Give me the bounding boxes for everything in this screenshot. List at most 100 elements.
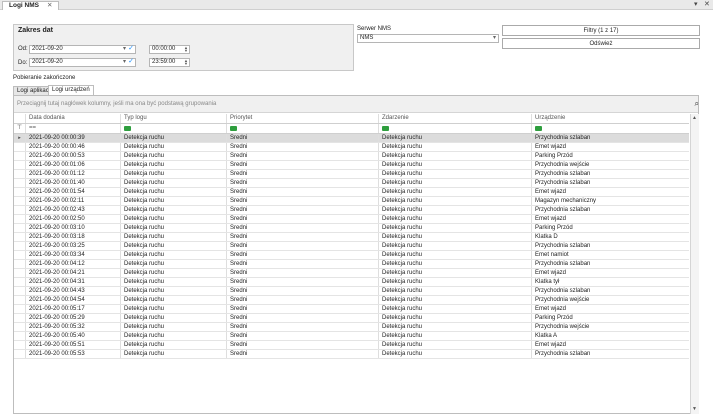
table-row[interactable]: ▸ 2021-09-20 00:00:39 Detekcja ruchu Średni… [14,134,689,143]
cell-device[interactable]: Emet wjazd [531,215,689,223]
cell-type[interactable]: Detekcja ruchu [120,296,226,304]
row-indicator[interactable] [14,188,25,196]
chevron-down-icon[interactable]: ▾ [123,46,126,53]
cell-priority[interactable]: Średni [226,197,378,205]
cell-event[interactable]: Detekcja ruchu [378,215,531,223]
cell-date[interactable]: 2021-09-20 00:04:31 [25,278,120,286]
cell-priority[interactable]: Średni [226,251,378,259]
cell-priority[interactable]: Średni [226,152,378,160]
cell-type[interactable]: Detekcja ruchu [120,233,226,241]
row-indicator[interactable] [14,260,25,268]
cell-device[interactable]: Przychodnia wejście [531,296,689,304]
cell-priority[interactable]: Średni [226,350,378,358]
table-row[interactable]: 2021-09-20 00:03:18 Detekcja ruchu Średni D… [14,233,689,242]
table-row[interactable]: 2021-09-20 00:00:46 Detekcja ruchu Średni D… [14,143,689,152]
cell-type[interactable]: Detekcja ruchu [120,251,226,259]
search-icon[interactable]: ⌕ [695,99,699,109]
cell-type[interactable]: Detekcja ruchu [120,161,226,169]
table-row[interactable]: 2021-09-20 00:04:54 Detekcja ruchu Średni D… [14,296,689,305]
row-indicator[interactable]: ▸ [14,134,25,142]
table-row[interactable]: 2021-09-20 00:01:12 Detekcja ruchu Średni D… [14,170,689,179]
cell-priority[interactable]: Średni [226,314,378,322]
table-row[interactable]: 2021-09-20 00:04:31 Detekcja ruchu Średni D… [14,278,689,287]
table-row[interactable]: 2021-09-20 00:05:53 Detekcja ruchu Średni D… [14,350,689,359]
cell-event[interactable]: Detekcja ruchu [378,161,531,169]
cell-device[interactable]: Klatka D [531,233,689,241]
cell-date[interactable]: 2021-09-20 00:01:12 [25,170,120,178]
row-indicator[interactable] [14,224,25,232]
cell-type[interactable]: Detekcja ruchu [120,287,226,295]
cell-type[interactable]: Detekcja ruchu [120,278,226,286]
table-row[interactable]: 2021-09-20 00:01:40 Detekcja ruchu Średni D… [14,179,689,188]
table-row[interactable]: 2021-09-20 00:03:25 Detekcja ruchu Średni D… [14,242,689,251]
cell-event[interactable]: Detekcja ruchu [378,233,531,241]
cell-date[interactable]: 2021-09-20 00:03:10 [25,224,120,232]
table-row[interactable]: 2021-09-20 00:01:54 Detekcja ruchu Średni D… [14,188,689,197]
cell-type[interactable]: Detekcja ruchu [120,314,226,322]
cell-priority[interactable]: Średni [226,305,378,313]
table-row[interactable]: 2021-09-20 00:01:06 Detekcja ruchu Średni D… [14,161,689,170]
cell-date[interactable]: 2021-09-20 00:05:32 [25,323,120,331]
cell-type[interactable]: Detekcja ruchu [120,134,226,142]
cell-type[interactable]: Detekcja ruchu [120,242,226,250]
filter-cell-type[interactable] [120,124,226,133]
cell-type[interactable]: Detekcja ruchu [120,170,226,178]
cell-type[interactable]: Detekcja ruchu [120,143,226,151]
refresh-button[interactable]: Odśwież [502,38,700,49]
cell-event[interactable]: Detekcja ruchu [378,296,531,304]
cell-device[interactable]: Emet namiot [531,251,689,259]
cell-event[interactable]: Detekcja ruchu [378,197,531,205]
cell-priority[interactable]: Średni [226,278,378,286]
cell-priority[interactable]: Średni [226,332,378,340]
cell-priority[interactable]: Średni [226,287,378,295]
cell-device[interactable]: Klatka tył [531,278,689,286]
close-tab-icon[interactable]: ✕ [47,2,52,9]
cell-event[interactable]: Detekcja ruchu [378,314,531,322]
cell-date[interactable]: 2021-09-20 00:05:17 [25,305,120,313]
cell-event[interactable]: Detekcja ruchu [378,224,531,232]
window-close-icon[interactable]: ✕ [704,1,710,9]
spinner-icon[interactable]: ▲ ▼ [184,59,188,66]
cell-date[interactable]: 2021-09-20 00:02:11 [25,197,120,205]
cell-event[interactable]: Detekcja ruchu [378,269,531,277]
cell-date[interactable]: 2021-09-20 00:05:40 [25,332,120,340]
table-row[interactable]: 2021-09-20 00:02:11 Detekcja ruchu Średni D… [14,197,689,206]
cell-device[interactable]: Przychodnia szlaban [531,170,689,178]
cell-date[interactable]: 2021-09-20 00:04:43 [25,287,120,295]
table-row[interactable]: 2021-09-20 00:00:53 Detekcja ruchu Średni D… [14,152,689,161]
cell-device[interactable]: Klatka A [531,332,689,340]
cell-priority[interactable]: Średni [226,161,378,169]
cell-event[interactable]: Detekcja ruchu [378,350,531,358]
cell-date[interactable]: 2021-09-20 00:03:34 [25,251,120,259]
cell-event[interactable]: Detekcja ruchu [378,134,531,142]
row-indicator[interactable] [14,143,25,151]
cell-date[interactable]: 2021-09-20 00:04:21 [25,269,120,277]
row-indicator[interactable] [14,296,25,304]
row-indicator[interactable] [14,269,25,277]
filter-icon[interactable]: ⊤ [14,124,25,133]
row-indicator[interactable] [14,287,25,295]
row-indicator[interactable] [14,152,25,160]
cell-date[interactable]: 2021-09-20 00:01:54 [25,188,120,196]
cell-event[interactable]: Detekcja ruchu [378,143,531,151]
cell-device[interactable]: Przychodnia szlaban [531,350,689,358]
document-tab[interactable]: Logi NMS ✕ [2,1,60,10]
cell-priority[interactable]: Średni [226,170,378,178]
row-indicator[interactable] [14,242,25,250]
cell-event[interactable]: Detekcja ruchu [378,260,531,268]
row-indicator[interactable] [14,350,25,358]
row-indicator[interactable] [14,305,25,313]
cell-date[interactable]: 2021-09-20 00:03:25 [25,242,120,250]
server-select[interactable]: NMS ▾ [357,34,499,43]
cell-type[interactable]: Detekcja ruchu [120,332,226,340]
cell-type[interactable]: Detekcja ruchu [120,305,226,313]
cell-device[interactable]: Przychodnia wejście [531,161,689,169]
cell-priority[interactable]: Średni [226,296,378,304]
column-header-event[interactable]: Zdarzenie [378,114,531,123]
cell-event[interactable]: Detekcja ruchu [378,305,531,313]
cell-event[interactable]: Detekcja ruchu [378,188,531,196]
cell-type[interactable]: Detekcja ruchu [120,224,226,232]
scroll-down-icon[interactable]: ▼ [692,406,697,412]
table-row[interactable]: 2021-09-20 00:04:21 Detekcja ruchu Średni D… [14,269,689,278]
cell-date[interactable]: 2021-09-20 00:04:54 [25,296,120,304]
